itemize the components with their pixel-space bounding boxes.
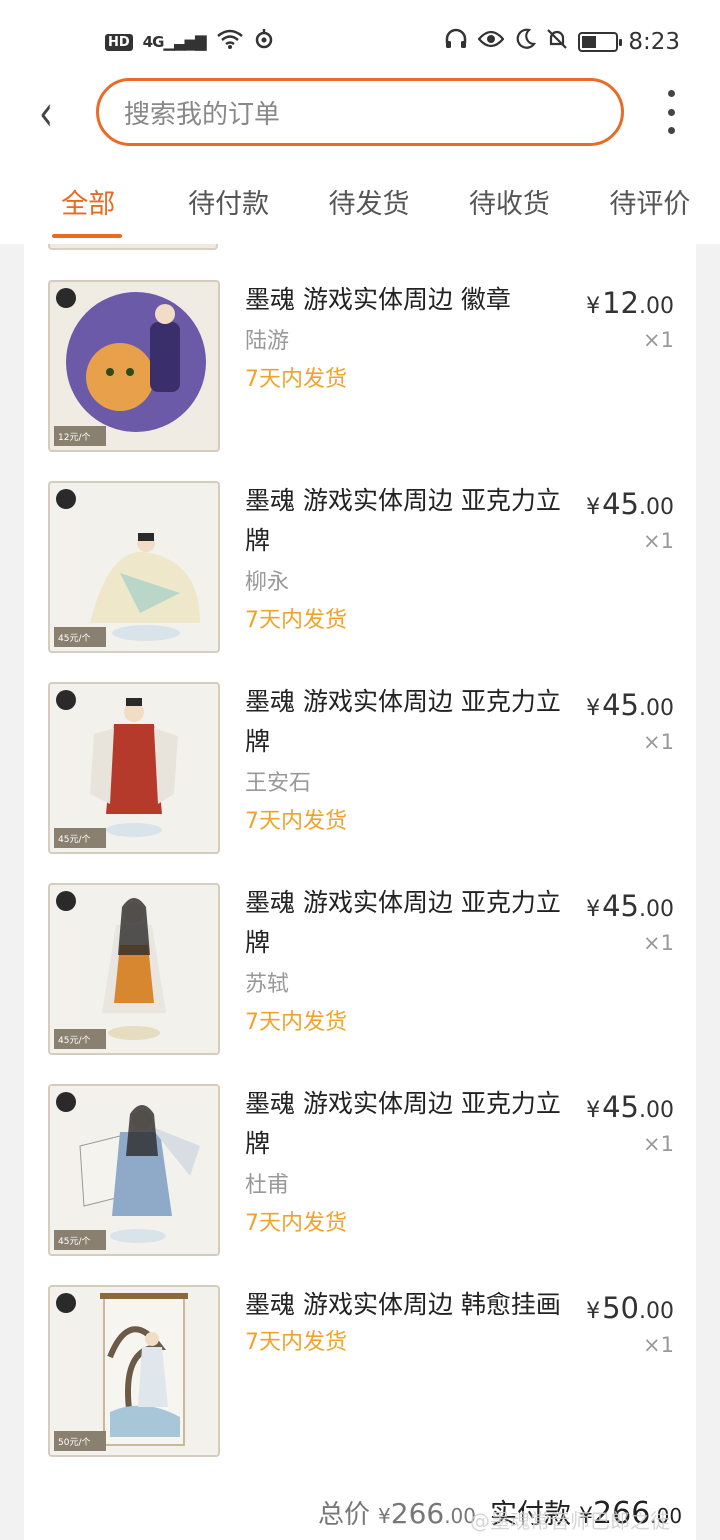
product-title: 墨魂 游戏实体周边 亚克力立牌 <box>245 888 561 957</box>
total-amount: ¥266.00 <box>378 1497 476 1530</box>
product-thumbnail[interactable]: 12元/个 <box>48 280 220 452</box>
currency-symbol: ¥ <box>586 1098 601 1123</box>
thumb-caption: 45元/个 <box>58 1035 91 1046</box>
item-quantity: ×1 <box>643 328 674 352</box>
product-variant: 陆游 <box>245 329 290 354</box>
product-variant: 王安石 <box>245 771 312 796</box>
headset-icon <box>444 28 468 56</box>
product-title: 墨魂 游戏实体周边 徽章 <box>245 285 511 314</box>
price-decimal: .00 <box>639 897 674 922</box>
watermark: @墨魂常音师巴郎之徒 <box>470 1509 670 1533</box>
hotspot-icon <box>254 28 274 56</box>
price-integer: 45 <box>602 889 639 923</box>
item-price: ¥45.00 <box>586 688 674 722</box>
product-title: 墨魂 游戏实体周边 亚克力立牌 <box>245 486 561 555</box>
item-price: ¥12.00 <box>586 286 674 320</box>
dot-icon <box>667 108 675 116</box>
tab-pending-receipt[interactable]: 待收货 <box>439 148 579 244</box>
price-integer: 45 <box>602 487 639 521</box>
product-variant: 苏轼 <box>245 972 290 997</box>
item-quantity: ×1 <box>643 1333 674 1357</box>
thumb-caption: 50元/个 <box>58 1437 91 1448</box>
item-quantity: ×1 <box>643 1132 674 1156</box>
search-input[interactable]: 搜索我的订单 <box>96 78 624 146</box>
currency-symbol: ¥ <box>586 897 601 922</box>
status-bar: HD 4G▁▃▅▇ 8:23 <box>0 0 720 84</box>
shipping-note: 7天内发货 <box>245 608 347 633</box>
item-quantity: ×1 <box>643 529 674 553</box>
order-tabs: 全部 待付款 待发货 待收货 待评价 <box>0 148 720 244</box>
price-decimal: .00 <box>639 696 674 721</box>
mute-bell-icon <box>546 28 568 56</box>
signal-icon: 4G▁▃▅▇ <box>142 33 207 51</box>
more-options-button[interactable] <box>656 90 686 134</box>
price-integer: 45 <box>602 688 639 722</box>
shipping-note: 7天内发货 <box>245 809 347 834</box>
total-label: 总价 <box>318 1500 371 1530</box>
total-integer: 266 <box>390 1497 445 1530</box>
thumb-caption: 45元/个 <box>58 633 91 644</box>
network-label: 4G <box>142 33 165 51</box>
search-header: ‹ 搜索我的订单 <box>0 78 720 148</box>
order-item[interactable]: 45元/个 墨魂 游戏实体周边 亚克力立牌 王安石 7天内发货 ¥45.00 ×… <box>48 682 696 854</box>
thumb-caption: 45元/个 <box>58 1236 91 1247</box>
order-item[interactable]: 45元/个 墨魂 游戏实体周边 亚克力立牌 杜甫 7天内发货 ¥45.00 ×1 <box>48 1084 696 1256</box>
order-item[interactable]: 45元/个 墨魂 游戏实体周边 亚克力立牌 柳永 7天内发货 ¥45.00 ×1 <box>48 481 696 653</box>
product-variant: 杜甫 <box>245 1173 290 1198</box>
product-thumbnail[interactable]: 45元/个 <box>48 682 220 854</box>
shipping-note: 7天内发货 <box>245 1330 347 1355</box>
product-thumbnail[interactable]: 45元/个 <box>48 1084 220 1256</box>
item-quantity: ×1 <box>643 931 674 955</box>
order-item[interactable]: 50元/个 墨魂 游戏实体周边 韩愈挂画 7天内发货 ¥50.00 ×1 <box>48 1285 696 1457</box>
price-decimal: .00 <box>639 495 674 520</box>
tab-pending-payment[interactable]: 待付款 <box>158 148 298 244</box>
chevron-left-icon: ‹ <box>39 84 53 142</box>
moon-icon <box>514 28 537 56</box>
thumb-caption: 12元/个 <box>58 432 91 443</box>
price-decimal: .00 <box>639 294 674 319</box>
product-thumbnail[interactable]: 45元/个 <box>48 883 220 1055</box>
shipping-note: 7天内发货 <box>245 1010 347 1035</box>
thumb-caption: 45元/个 <box>58 834 91 845</box>
shipping-note: 7天内发货 <box>245 1211 347 1236</box>
item-price: ¥45.00 <box>586 1090 674 1124</box>
price-integer: 50 <box>602 1291 639 1325</box>
back-button[interactable]: ‹ <box>28 86 64 140</box>
price-integer: 45 <box>602 1090 639 1124</box>
item-price: ¥45.00 <box>586 487 674 521</box>
currency-symbol: ¥ <box>378 1504 391 1528</box>
hd-badge: HD <box>105 33 133 51</box>
currency-symbol: ¥ <box>586 294 601 319</box>
eye-icon <box>477 29 505 55</box>
price-decimal: .00 <box>639 1299 674 1324</box>
tab-all[interactable]: 全部 <box>18 148 158 244</box>
item-price: ¥45.00 <box>586 889 674 923</box>
order-item[interactable]: 45元/个 墨魂 游戏实体周边 亚克力立牌 苏轼 7天内发货 ¥45.00 ×1 <box>48 883 696 1055</box>
shipping-note: 7天内发货 <box>245 367 347 392</box>
product-thumbnail[interactable]: 45元/个 <box>48 481 220 653</box>
product-variant: 柳永 <box>245 570 290 595</box>
product-title: 墨魂 游戏实体周边 亚克力立牌 <box>245 687 561 756</box>
clock: 8:23 <box>628 29 680 55</box>
price-decimal: .00 <box>639 1098 674 1123</box>
wifi-icon <box>216 28 244 56</box>
product-title: 墨魂 游戏实体周边 韩愈挂画 <box>245 1290 561 1319</box>
item-quantity: ×1 <box>643 730 674 754</box>
dot-icon <box>667 127 675 134</box>
product-title: 墨魂 游戏实体周边 亚克力立牌 <box>245 1089 561 1158</box>
currency-symbol: ¥ <box>586 495 601 520</box>
currency-symbol: ¥ <box>586 696 601 721</box>
product-thumbnail[interactable]: 50元/个 <box>48 1285 220 1457</box>
tab-pending-review[interactable]: 待评价 <box>580 148 720 244</box>
dot-icon <box>667 90 675 97</box>
tab-pending-shipment[interactable]: 待发货 <box>299 148 439 244</box>
currency-symbol: ¥ <box>586 1299 601 1324</box>
battery-icon <box>578 32 623 52</box>
previous-item-edge <box>48 244 218 250</box>
item-price: ¥50.00 <box>586 1291 674 1325</box>
order-item[interactable]: 12元/个 墨魂 游戏实体周边 徽章 陆游 7天内发货 ¥12.00 ×1 <box>48 280 696 452</box>
price-integer: 12 <box>602 286 639 320</box>
